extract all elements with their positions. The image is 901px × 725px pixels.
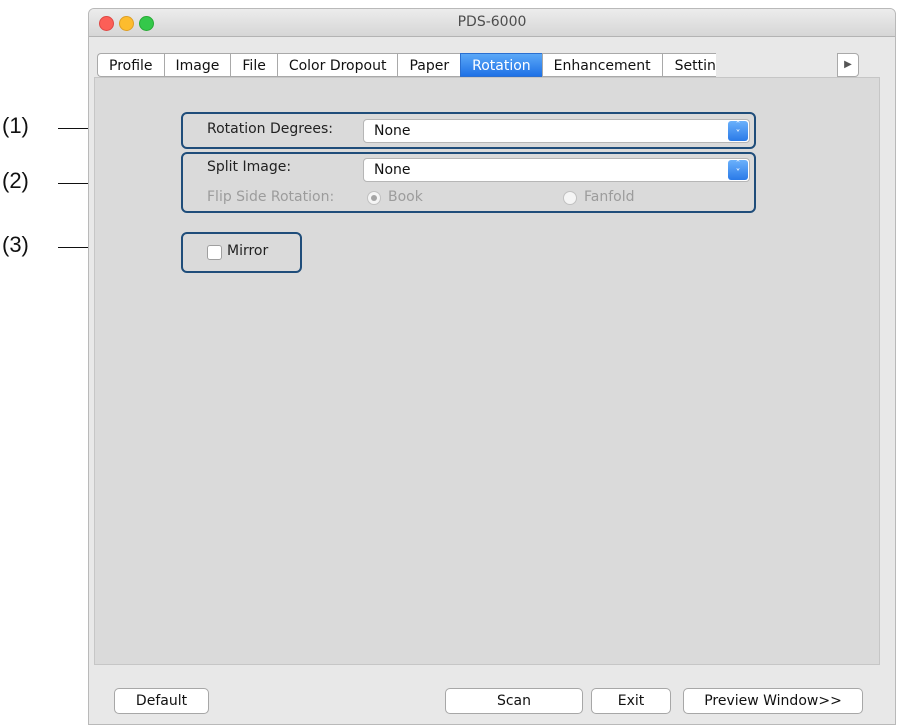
- tab-enhancement[interactable]: Enhancement: [541, 53, 662, 77]
- tab-profile[interactable]: Profile: [97, 53, 164, 77]
- split-image-group: Split Image: None ˄ ˅ Flip Side Rotation:…: [181, 152, 756, 213]
- rotation-degrees-select[interactable]: None ˄ ˅: [363, 119, 750, 143]
- tab-image[interactable]: Image: [163, 53, 231, 77]
- preview-window-button[interactable]: Preview Window>>: [683, 688, 863, 714]
- tab-file[interactable]: File: [230, 53, 277, 77]
- rotation-degrees-group: Rotation Degrees: None ˄ ˅: [181, 112, 756, 149]
- rotation-degrees-label: Rotation Degrees:: [207, 121, 333, 137]
- radio-book[interactable]: [367, 191, 381, 205]
- callout-2: (2): [2, 168, 29, 193]
- up-down-chevron-icon: ˄ ˅: [728, 160, 748, 180]
- radio-book-label: Book: [388, 189, 423, 205]
- tab-bar: Profile Image File Color Dropout Paper R…: [97, 53, 716, 77]
- split-image-label: Split Image:: [207, 159, 292, 175]
- rotation-pane: Rotation Degrees: None ˄ ˅ Split Image: N…: [94, 77, 880, 665]
- split-image-value: None: [374, 162, 411, 178]
- scan-button[interactable]: Scan: [445, 688, 583, 714]
- rotation-degrees-value: None: [374, 123, 411, 139]
- tab-settings[interactable]: Settings: [661, 53, 716, 77]
- split-image-select[interactable]: None ˄ ˅: [363, 158, 750, 182]
- default-button[interactable]: Default: [114, 688, 209, 714]
- radio-selected-dot: [371, 195, 377, 201]
- triangle-right-icon[interactable]: ▶: [837, 53, 859, 77]
- window-title: PDS-6000: [457, 14, 527, 30]
- radio-fanfold-label: Fanfold: [584, 189, 635, 205]
- radio-fanfold[interactable]: [563, 191, 577, 205]
- mirror-group: Mirror: [181, 232, 302, 273]
- title-bar: PDS-6000: [89, 9, 895, 37]
- up-down-chevron-icon: ˄ ˅: [728, 121, 748, 141]
- tab-rotation[interactable]: Rotation: [460, 53, 542, 77]
- mirror-checkbox[interactable]: [207, 245, 222, 260]
- tab-paper[interactable]: Paper: [397, 53, 461, 77]
- callout-3: (3): [2, 232, 29, 257]
- callout-1: (1): [2, 113, 29, 138]
- flip-side-rotation-label: Flip Side Rotation:: [207, 189, 335, 205]
- app-window: PDS-6000 Profile Image File Color Dropou…: [88, 8, 896, 725]
- mirror-label: Mirror: [227, 243, 269, 259]
- exit-button[interactable]: Exit: [591, 688, 671, 714]
- tab-color-dropout[interactable]: Color Dropout: [276, 53, 398, 77]
